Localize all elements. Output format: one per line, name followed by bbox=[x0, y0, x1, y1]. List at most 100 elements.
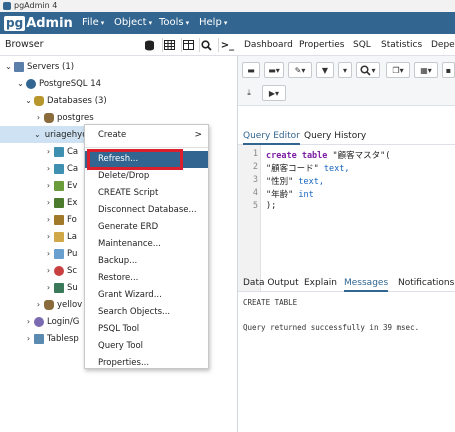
chevron-right-icon[interactable]: › bbox=[44, 283, 53, 292]
tree-node-uriage[interactable]: ⌄ uriagehyonaki bbox=[0, 126, 105, 143]
menu-item-delete-drop[interactable]: Delete/Drop bbox=[85, 168, 208, 185]
filter-icon[interactable]: ▼ bbox=[316, 62, 334, 78]
menu-item-properties[interactable]: Properties... bbox=[85, 355, 208, 372]
tab-dependencies[interactable]: Depe bbox=[431, 34, 455, 56]
chevron-right-icon[interactable]: › bbox=[34, 300, 43, 309]
menu-item-disconnect-database[interactable]: Disconnect Database... bbox=[85, 202, 208, 219]
tree-node-su[interactable]: › Su bbox=[44, 279, 78, 296]
tree-node-login[interactable]: › Login/G bbox=[24, 313, 79, 330]
tab-sql[interactable]: SQL bbox=[353, 34, 371, 56]
chevron-down-icon[interactable]: ⌄ bbox=[16, 79, 25, 88]
chevron-right-icon[interactable]: › bbox=[44, 232, 53, 241]
tab-query-editor[interactable]: Query Editor bbox=[243, 127, 300, 145]
tree-node-postgresql[interactable]: ⌄ PostgreSQL 14 bbox=[16, 75, 101, 92]
window-title: pgAdmin 4 bbox=[14, 1, 58, 10]
publications-icon bbox=[54, 248, 64, 259]
tab-properties[interactable]: Properties bbox=[299, 34, 344, 56]
menu-item-maintenance[interactable]: Maintenance... bbox=[85, 236, 208, 253]
object-tabs: Dashboard Properties SQL Statistics Depe bbox=[238, 34, 455, 56]
menu-item-search-objects[interactable]: Search Objects... bbox=[85, 304, 208, 321]
download-icon[interactable]: ⤓ bbox=[242, 85, 256, 101]
save-icon[interactable]: ▬▾ bbox=[264, 62, 284, 78]
chevron-right-icon[interactable]: › bbox=[24, 317, 33, 326]
chevron-down-icon: ▾ bbox=[148, 19, 153, 27]
database-icon[interactable] bbox=[142, 38, 156, 52]
chevron-right-icon[interactable]: › bbox=[24, 334, 33, 343]
chevron-right-icon[interactable]: › bbox=[44, 215, 53, 224]
menu-tools[interactable]: Tools ▾ bbox=[159, 12, 189, 34]
menu-item-query-tool[interactable]: Query Tool bbox=[85, 338, 208, 355]
edit-icon[interactable]: ✎▾ bbox=[288, 62, 312, 78]
chevron-right-icon: > bbox=[194, 130, 202, 140]
open-file-icon[interactable]: ▬ bbox=[242, 62, 260, 78]
database-icon bbox=[44, 112, 54, 123]
chevron-down-icon[interactable]: ⌄ bbox=[4, 62, 13, 71]
tree-node-yellow[interactable]: › yellov bbox=[34, 296, 82, 313]
line-number: 3 bbox=[252, 175, 258, 185]
query-tabs: Query Editor Query History bbox=[238, 127, 455, 145]
chevron-right-icon[interactable]: › bbox=[44, 147, 53, 156]
chevron-right-icon[interactable]: › bbox=[44, 164, 53, 173]
code-line: ); bbox=[266, 201, 277, 211]
table-icon[interactable] bbox=[162, 38, 176, 52]
tree-node-ca1[interactable]: › Ca bbox=[44, 143, 78, 160]
menu-item-grant-wizard[interactable]: Grant Wizard... bbox=[85, 287, 208, 304]
databases-icon bbox=[34, 95, 44, 106]
tab-messages[interactable]: Messages bbox=[344, 274, 389, 292]
tab-explain[interactable]: Explain bbox=[304, 274, 337, 292]
chevron-down-icon[interactable]: ⌄ bbox=[34, 130, 41, 139]
search-icon[interactable] bbox=[199, 38, 213, 52]
explain-icon[interactable]: ▾ bbox=[356, 62, 380, 78]
chevron-right-icon[interactable]: › bbox=[34, 113, 43, 122]
subscriptions-icon bbox=[54, 282, 64, 293]
tree-node-tablespaces[interactable]: › Tablesp bbox=[24, 330, 79, 347]
menu-file[interactable]: File ▾ bbox=[82, 12, 104, 34]
schemas-icon bbox=[54, 265, 64, 276]
tab-statistics[interactable]: Statistics bbox=[381, 34, 422, 56]
menu-object[interactable]: Object ▾ bbox=[114, 12, 152, 34]
chevron-right-icon[interactable]: › bbox=[44, 181, 53, 190]
menu-item-backup[interactable]: Backup... bbox=[85, 253, 208, 270]
pgadmin-logo: pg Admin bbox=[4, 15, 73, 31]
messages-output: CREATE TABLE Query returned successfully… bbox=[238, 292, 455, 432]
app-icon bbox=[3, 2, 11, 10]
terminal-icon[interactable]: >_ bbox=[218, 38, 236, 52]
login-roles-icon bbox=[34, 316, 44, 327]
tree-node-servers[interactable]: ⌄ Servers (1) bbox=[4, 58, 74, 75]
menu-item-psql-tool[interactable]: PSQL Tool bbox=[85, 321, 208, 338]
tree-node-ev[interactable]: › Ev bbox=[44, 177, 77, 194]
server-group-icon bbox=[14, 61, 24, 72]
tree-node-fo[interactable]: › Fo bbox=[44, 211, 77, 228]
menu-separator bbox=[85, 147, 208, 148]
chevron-down-icon[interactable]: ▾ bbox=[338, 62, 352, 78]
tab-query-history[interactable]: Query History bbox=[304, 127, 366, 145]
menu-item-generate-erd[interactable]: Generate ERD bbox=[85, 219, 208, 236]
chevron-right-icon[interactable]: › bbox=[44, 266, 53, 275]
tree-node-la[interactable]: › La bbox=[44, 228, 77, 245]
event-triggers-icon bbox=[54, 180, 64, 191]
code-line: "顧客コード" text, bbox=[266, 164, 350, 174]
menu-help[interactable]: Help ▾ bbox=[199, 12, 227, 34]
tab-notifications[interactable]: Notifications bbox=[398, 274, 454, 292]
tree-node-ca2[interactable]: › Ca bbox=[44, 160, 78, 177]
macros-icon[interactable]: ▦▾ bbox=[414, 62, 438, 78]
code-line: "性別" text, bbox=[266, 177, 324, 187]
tab-data-output[interactable]: Data Output bbox=[243, 274, 299, 292]
copy-icon[interactable]: ❐▾ bbox=[386, 62, 410, 78]
postgresql-server-icon bbox=[26, 78, 36, 89]
chevron-right-icon[interactable]: › bbox=[44, 198, 53, 207]
tab-dashboard[interactable]: Dashboard bbox=[244, 34, 293, 56]
menu-item-restore[interactable]: Restore... bbox=[85, 270, 208, 287]
execute-icon[interactable]: ▶▾ bbox=[262, 85, 286, 101]
line-number: 1 bbox=[252, 149, 258, 159]
menu-item-create-script[interactable]: CREATE Script bbox=[85, 185, 208, 202]
grid-icon[interactable] bbox=[181, 38, 195, 52]
menu-item-create[interactable]: Create > bbox=[85, 127, 208, 144]
chevron-down-icon[interactable]: ⌄ bbox=[24, 96, 33, 105]
tree-node-ex[interactable]: › Ex bbox=[44, 194, 77, 211]
tree-node-pu[interactable]: › Pu bbox=[44, 245, 77, 262]
tree-node-sc[interactable]: › Sc bbox=[44, 262, 77, 279]
delete-icon[interactable]: ▪ bbox=[442, 62, 455, 78]
chevron-right-icon[interactable]: › bbox=[44, 249, 53, 258]
tree-node-databases[interactable]: ⌄ Databases (3) bbox=[24, 92, 107, 109]
